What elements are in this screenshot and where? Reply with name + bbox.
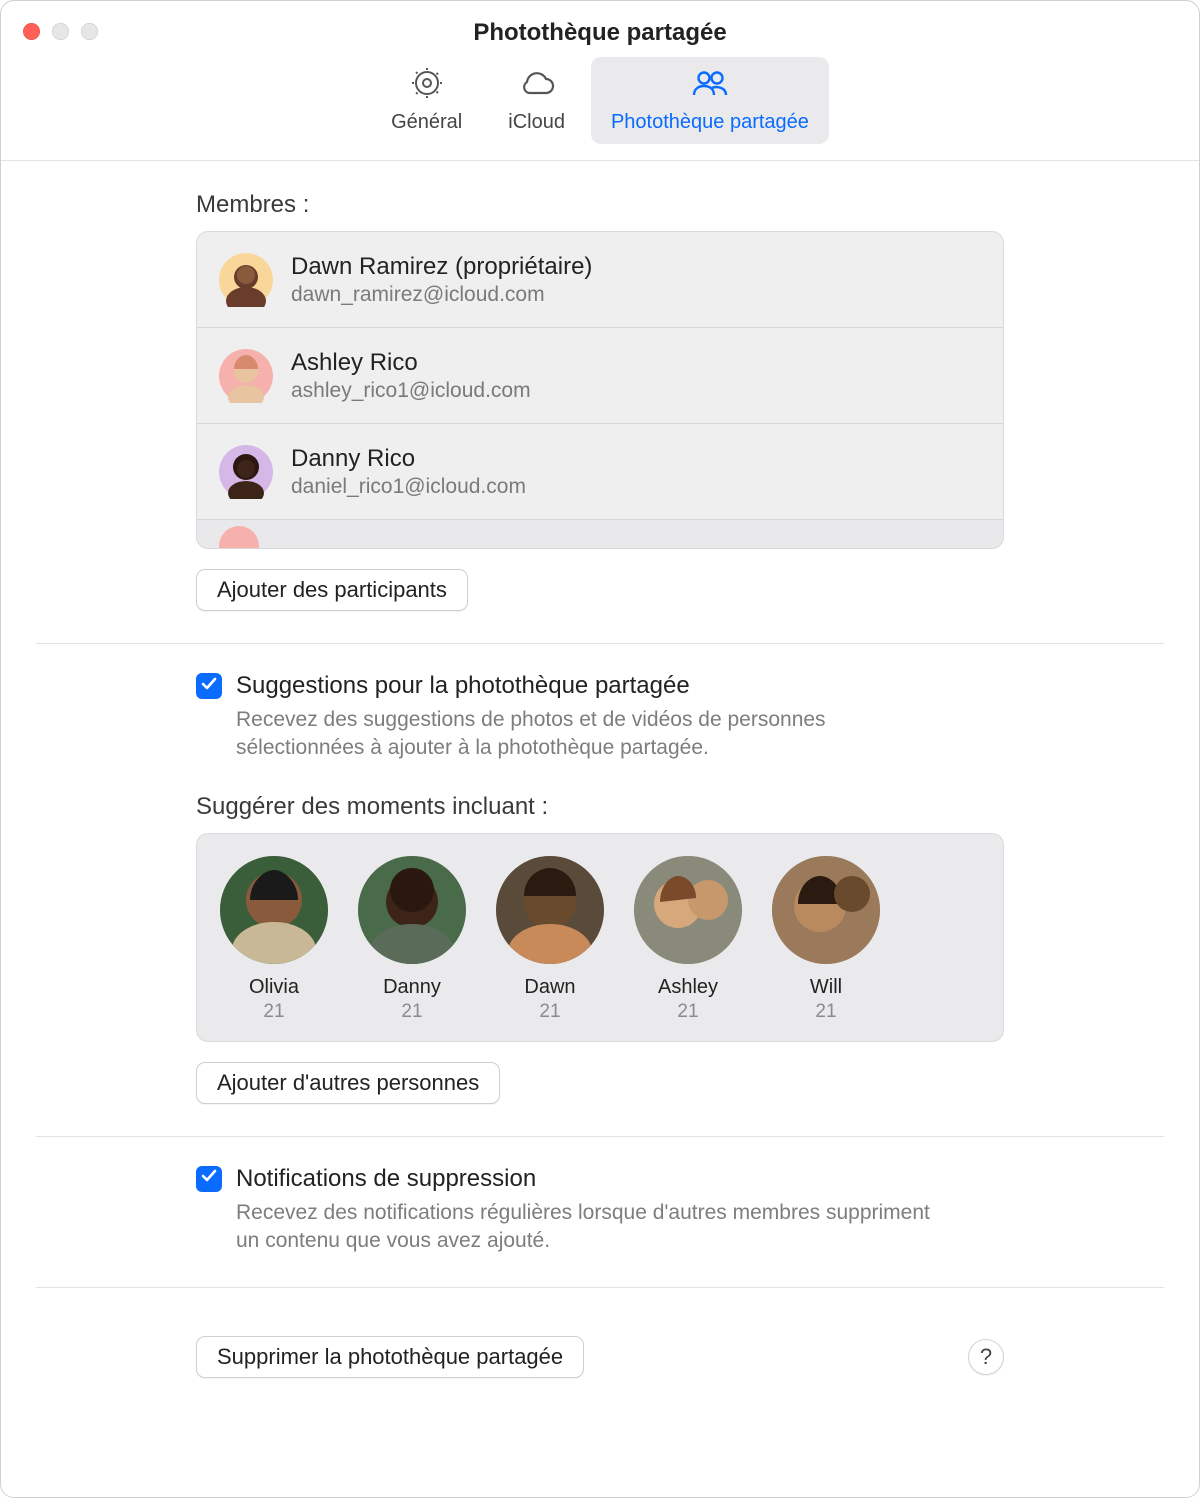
member-row[interactable]: Ashley Rico ashley_rico1@icloud.com — [197, 328, 1003, 424]
delete-library-button[interactable]: Supprimer la photothèque partagée — [196, 1336, 584, 1378]
person-photo — [772, 856, 880, 964]
deletion-checkbox-label: Notifications de suppression — [236, 1165, 536, 1193]
checkmark-icon — [200, 675, 218, 698]
avatar — [219, 526, 259, 549]
person-photo — [358, 856, 466, 964]
person-count: 21 — [539, 1001, 560, 1023]
member-email: daniel_rico1@icloud.com — [291, 475, 526, 499]
deletion-checkbox[interactable] — [196, 1166, 222, 1192]
footer: Supprimer la photothèque partagée ? — [196, 1316, 1004, 1378]
maximize-window-button[interactable] — [81, 23, 98, 40]
moments-label: Suggérer des moments incluant : — [196, 793, 1004, 821]
tab-general[interactable]: Général — [371, 57, 482, 144]
people-icon — [688, 65, 732, 107]
person-name: Olivia — [249, 976, 299, 999]
suggestions-checkbox[interactable] — [196, 673, 222, 699]
add-participants-button[interactable]: Ajouter des participants — [196, 569, 468, 611]
window-title: Photothèque partagée — [1, 1, 1199, 47]
gear-icon — [405, 65, 449, 107]
divider — [36, 643, 1164, 644]
person-count: 21 — [401, 1001, 422, 1023]
add-people-button[interactable]: Ajouter d'autres personnes — [196, 1062, 500, 1104]
close-window-button[interactable] — [23, 23, 40, 40]
person-photo — [634, 856, 742, 964]
avatar — [219, 253, 273, 307]
member-name: Ashley Rico — [291, 349, 531, 377]
help-button[interactable]: ? — [968, 1339, 1004, 1375]
divider — [36, 1136, 1164, 1137]
deletion-group: Notifications de suppression Recevez des… — [196, 1165, 1004, 1256]
person-photo — [496, 856, 604, 964]
checkmark-icon — [200, 1167, 218, 1190]
person-card[interactable]: Olivia 21 — [219, 856, 329, 1023]
minimize-window-button[interactable] — [52, 23, 69, 40]
person-count: 21 — [263, 1001, 284, 1023]
content-area: Membres : Dawn Ramirez (propriétaire) da… — [1, 161, 1199, 1497]
member-row[interactable]: Danny Rico daniel_rico1@icloud.com — [197, 424, 1003, 520]
deletion-description: Recevez des notifications régulières lor… — [236, 1199, 956, 1256]
person-name: Danny — [383, 976, 441, 999]
avatar — [219, 349, 273, 403]
tab-shared-library[interactable]: Photothèque partagée — [591, 57, 829, 144]
help-icon: ? — [980, 1344, 992, 1370]
cloud-icon — [515, 65, 559, 107]
avatar — [219, 445, 273, 499]
member-row-partial[interactable] — [197, 520, 1003, 549]
tab-label: Général — [391, 111, 462, 134]
member-name: Dawn Ramirez (propriétaire) — [291, 253, 592, 281]
member-info: Dawn Ramirez (propriétaire) dawn_ramirez… — [291, 253, 592, 307]
member-info: Danny Rico daniel_rico1@icloud.com — [291, 445, 526, 499]
person-name: Ashley — [658, 976, 718, 999]
person-card[interactable]: Will 21 — [771, 856, 881, 1023]
person-card[interactable]: Dawn 21 — [495, 856, 605, 1023]
members-list[interactable]: Dawn Ramirez (propriétaire) dawn_ramirez… — [196, 231, 1004, 549]
member-email: ashley_rico1@icloud.com — [291, 379, 531, 403]
titlebar: Photothèque partagée Général iCloud — [1, 1, 1199, 161]
member-email: dawn_ramirez@icloud.com — [291, 283, 592, 307]
suggestions-description: Recevez des suggestions de photos et de … — [236, 706, 956, 763]
suggestions-group: Suggestions pour la photothèque partagée… — [196, 672, 1004, 763]
member-row[interactable]: Dawn Ramirez (propriétaire) dawn_ramirez… — [197, 232, 1003, 328]
window-controls — [23, 23, 98, 40]
tab-icloud[interactable]: iCloud — [488, 57, 585, 144]
person-card[interactable]: Ashley 21 — [633, 856, 743, 1023]
person-card[interactable]: Danny 21 — [357, 856, 467, 1023]
member-info: Ashley Rico ashley_rico1@icloud.com — [291, 349, 531, 403]
tab-label: iCloud — [508, 111, 565, 134]
tab-label: Photothèque partagée — [611, 111, 809, 134]
person-count: 21 — [677, 1001, 698, 1023]
person-photo — [220, 856, 328, 964]
person-name: Dawn — [524, 976, 575, 999]
person-name: Will — [810, 976, 842, 999]
preferences-window: Photothèque partagée Général iCloud — [0, 0, 1200, 1498]
members-label: Membres : — [196, 191, 1004, 219]
divider — [36, 1287, 1164, 1288]
member-name: Danny Rico — [291, 445, 526, 473]
person-count: 21 — [815, 1001, 836, 1023]
tab-bar: Général iCloud Photothèque partagée — [1, 57, 1199, 144]
suggestions-checkbox-label: Suggestions pour la photothèque partagée — [236, 672, 690, 700]
suggested-people-box: Olivia 21 Danny 21 Dawn 21 — [196, 833, 1004, 1042]
